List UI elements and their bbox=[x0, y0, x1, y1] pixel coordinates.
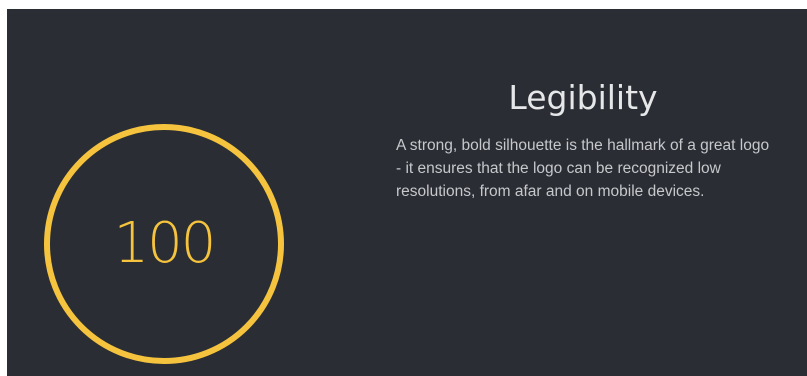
feature-title: Legibility bbox=[508, 78, 658, 117]
score-value: 100 bbox=[113, 211, 217, 276]
feature-description: A strong, bold silhouette is the hallmar… bbox=[396, 137, 770, 200]
score-ring: 100 bbox=[44, 124, 284, 364]
